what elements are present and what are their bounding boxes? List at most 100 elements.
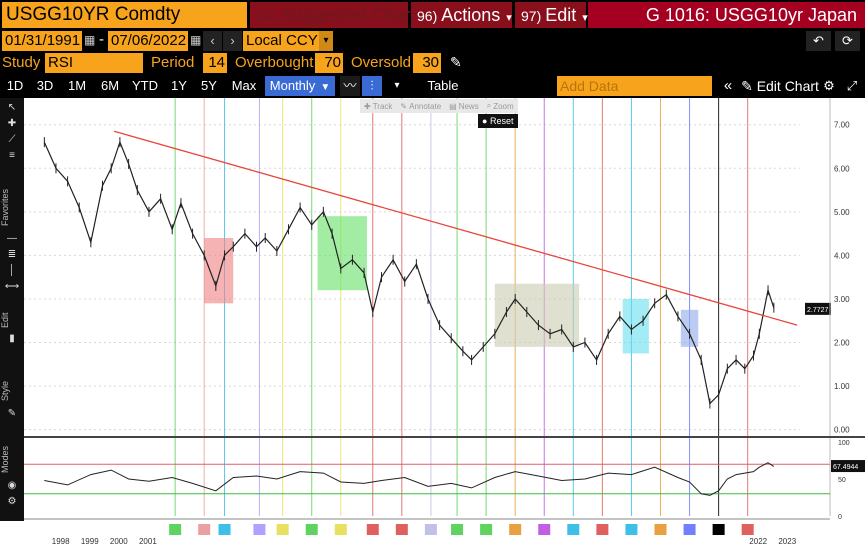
period-1m-button[interactable]: 1M (63, 76, 91, 96)
horizontal-line-icon[interactable]: — (4, 233, 20, 245)
suggested-charts-tab[interactable]: 94) Suggested Charts (250, 2, 424, 28)
track-icon[interactable]: ✚ (364, 102, 371, 111)
rsi-last-label: 67.4944 (833, 464, 858, 471)
ticker-field[interactable]: USGG10YR Comdty (2, 2, 247, 28)
start-calendar-icon[interactable]: ▦ (84, 33, 95, 47)
news-icon[interactable]: ▤ (449, 102, 457, 111)
line-chart-icon[interactable]: 〰 (340, 76, 360, 96)
start-date-field[interactable]: 01/31/1991 (2, 31, 82, 51)
floating-toolbar: ✚ Track ✎ Annotate ▤ News ⌕ Zoom (360, 99, 518, 113)
period-label: Period (151, 54, 195, 71)
event-marker-tab (509, 524, 522, 535)
frequency-chevron-icon: ▼ (320, 82, 331, 93)
end-date-field[interactable]: 07/06/2022 (108, 31, 188, 51)
table-button[interactable]: Table (420, 76, 466, 96)
event-marker-tab (654, 524, 667, 535)
frequency-select[interactable]: Monthly ▼ (265, 76, 335, 96)
y-tick-label: 6.00 (834, 164, 850, 173)
cursor-icon[interactable]: ↖ (4, 102, 20, 114)
annotate-label[interactable]: Annotate (409, 102, 441, 111)
date-range-bar: 01/31/1991 ▦ - 07/06/2022 ▦ ‹ › Local CC… (0, 30, 865, 52)
reset-button[interactable]: ● Reset (478, 114, 518, 128)
period-3d-button[interactable]: 3D (32, 76, 58, 96)
event-marker-tab (198, 524, 211, 535)
highlight-boxes (204, 216, 699, 354)
crosshair-icon[interactable]: ✚ (4, 118, 20, 130)
collapse-left-icon[interactable]: « (720, 76, 736, 96)
price-chart[interactable]: 7.00 6.00 5.00 4.00 3.00 2.00 1.00 0.00 2.7727 1… (0, 98, 865, 549)
study-field[interactable]: RSI (45, 53, 143, 73)
news-label[interactable]: News (459, 102, 479, 111)
palette-icon[interactable]: ◉ (4, 480, 20, 492)
security-title: G 1016: USGG10yr Japan (588, 2, 865, 28)
frequency-value: Monthly (269, 78, 316, 93)
period-field[interactable]: 14 (203, 53, 227, 73)
event-marker-tab (480, 524, 493, 535)
edit-chevron-icon: ▾ (582, 12, 588, 24)
grid-layer (24, 124, 800, 431)
settings-icon[interactable]: ⚙ (4, 496, 20, 508)
measure-icon[interactable]: ⟷ (4, 281, 20, 293)
chart-type-chevron-icon[interactable]: ▾ (390, 76, 404, 96)
end-calendar-icon[interactable]: ▦ (190, 33, 201, 47)
pencil-icon[interactable]: ✎ (450, 54, 462, 71)
trendline-tool-icon[interactable]: ⟋ (4, 134, 20, 146)
vertical-line-icon[interactable]: │ (4, 265, 20, 277)
chart-area[interactable]: 7.00 6.00 5.00 4.00 3.00 2.00 1.00 0.00 2.7727 1… (0, 98, 865, 549)
currency-select[interactable]: Local CCY ▾ (243, 31, 333, 51)
actions-num: 96) (417, 8, 438, 24)
chart-settings-icon[interactable]: ⚙ (822, 76, 836, 96)
zoom-label[interactable]: Zoom (493, 102, 513, 111)
event-marker-tab (366, 524, 379, 535)
delete-icon[interactable]: ▮ (4, 333, 20, 345)
overbought-field[interactable]: 70 (315, 53, 343, 73)
modes-label: Modes (0, 445, 10, 473)
tools-sidebar: ↖ ✚ ⟋ ≡ Favorites — ≣ │ ⟷ Edit ▮ Style ✎… (0, 98, 24, 521)
fib-tool-icon[interactable]: ≡ (4, 150, 20, 162)
undo-button[interactable]: ↶ (806, 31, 831, 51)
period-ytd-button[interactable]: YTD (129, 76, 161, 96)
expand-icon[interactable]: ⤢ (844, 76, 860, 96)
style-pen-icon[interactable]: ✎ (4, 408, 20, 420)
study-bar: Study RSI Period 14 Overbought 70 Overso… (0, 52, 865, 74)
y-tick-label: 2.00 (834, 339, 850, 348)
y-tick-label: 7.00 (834, 121, 850, 130)
study-label: Study (2, 54, 41, 71)
period-max-button[interactable]: Max (228, 76, 260, 96)
actions-chevron-icon: ▾ (506, 12, 512, 24)
next-period-button[interactable]: › (223, 31, 242, 51)
track-label[interactable]: Track (373, 102, 393, 111)
edit-tab[interactable]: 97) Edit ▾ (515, 2, 588, 28)
event-marker-tab (305, 524, 318, 535)
rsi-panel: 10050067.4944 (24, 436, 865, 521)
event-marker-tab (395, 524, 408, 535)
prev-period-button[interactable]: ‹ (203, 31, 222, 51)
refresh-button[interactable]: ⟳ (835, 31, 860, 51)
date-dash: - (99, 31, 104, 48)
overbought-label: Overbought (235, 54, 314, 71)
period-6m-button[interactable]: 6M (96, 76, 124, 96)
x-axis: 1998 1999 2000 2001 2022 2023 (24, 518, 865, 549)
annotate-icon[interactable]: ✎ (400, 102, 407, 111)
header-bar: USGG10YR Comdty 94) Suggested Charts 96) A… (0, 0, 865, 30)
oversold-label: Oversold (351, 54, 412, 71)
event-marker-tab (625, 524, 638, 535)
oversold-field[interactable]: 30 (413, 53, 441, 73)
add-data-input[interactable]: Add Data (557, 76, 712, 96)
bar-chart-icon[interactable]: ⫶ (362, 76, 382, 96)
edit-chart-label: Edit Chart (756, 78, 819, 94)
highlight-box (317, 216, 367, 291)
period-1y-button[interactable]: 1Y (166, 76, 192, 96)
style-label: Style (0, 380, 10, 401)
last-value-label: 2.7727 (807, 307, 829, 314)
x-tick-label: 1998 (52, 537, 70, 546)
edit-chart-button[interactable]: ✎ Edit Chart (740, 76, 820, 96)
y-axis: 7.00 6.00 5.00 4.00 3.00 2.00 1.00 0.00 2.7727 (805, 98, 850, 516)
event-marker-tab (741, 524, 754, 535)
zoom-icon[interactable]: ⌕ (487, 101, 491, 111)
y-tick-label: 5.00 (834, 208, 850, 217)
actions-tab[interactable]: 96) Actions ▾ (411, 2, 512, 28)
period-1d-button[interactable]: 1D (2, 76, 28, 96)
channel-icon[interactable]: ≣ (4, 249, 20, 261)
period-5y-button[interactable]: 5Y (196, 76, 222, 96)
